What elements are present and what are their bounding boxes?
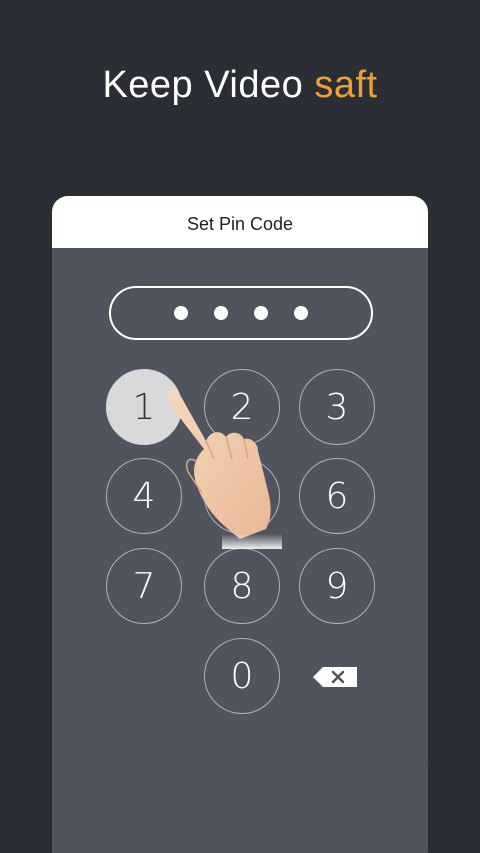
- card-title: Set Pin Code: [186, 213, 294, 234]
- pin-dot: [174, 306, 188, 320]
- key-3[interactable]: 3: [299, 369, 375, 445]
- pin-card: Set Pin Code 1 2 3 4 5 6 7 8 9 0: [52, 196, 428, 853]
- headline-prefix: Keep Video: [102, 64, 304, 106]
- pin-dot: [294, 306, 308, 320]
- key-8[interactable]: 8: [204, 548, 280, 624]
- pin-dot: [214, 306, 228, 320]
- key-5[interactable]: 5: [204, 458, 280, 534]
- key-4[interactable]: 4: [106, 458, 182, 534]
- key-7[interactable]: 7: [106, 548, 182, 624]
- card-header: Set Pin Code: [52, 196, 428, 248]
- pin-dot: [254, 306, 268, 320]
- key-2[interactable]: 2: [204, 369, 280, 445]
- key-9[interactable]: 9: [299, 548, 375, 624]
- key-1[interactable]: 1: [106, 369, 182, 445]
- headline-accent: saft: [314, 64, 378, 106]
- backspace-icon[interactable]: [311, 665, 359, 689]
- key-6[interactable]: 6: [299, 458, 375, 534]
- promo-headline: Keep Video saft: [0, 64, 480, 107]
- key-0[interactable]: 0: [204, 638, 280, 714]
- pin-display: [109, 286, 373, 340]
